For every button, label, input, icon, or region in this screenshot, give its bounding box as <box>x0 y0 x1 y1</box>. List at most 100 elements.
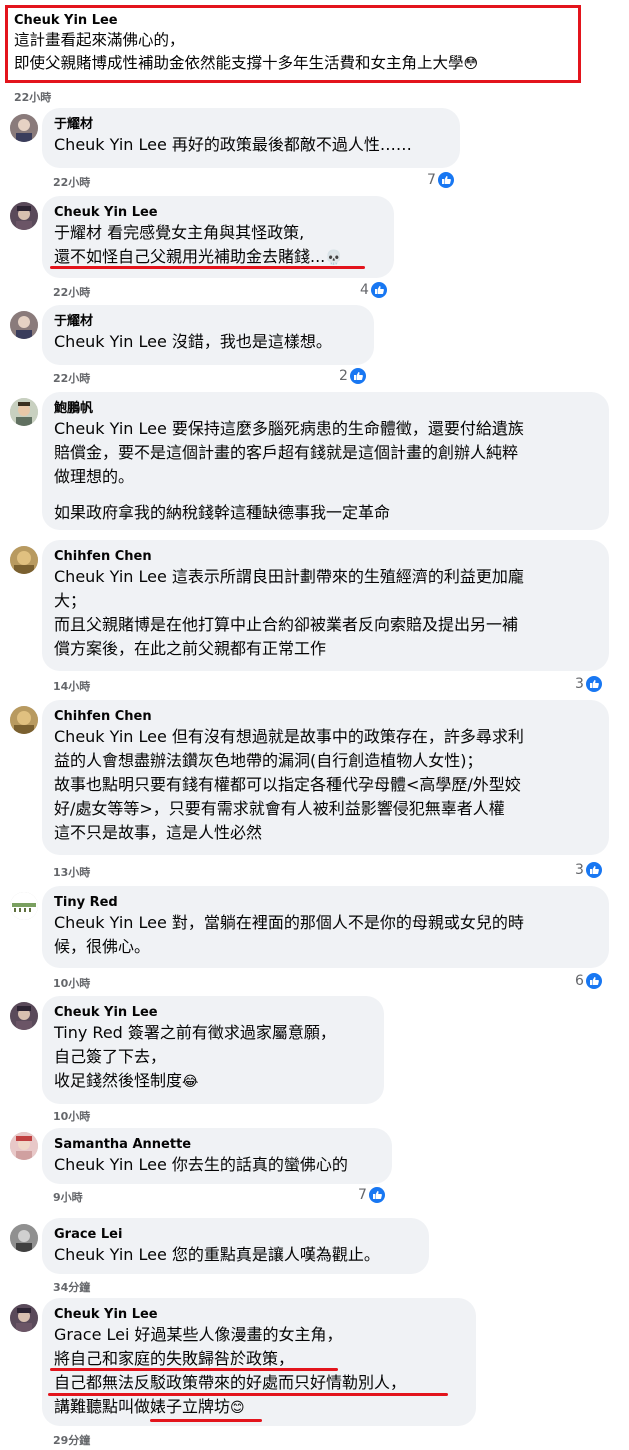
avatar[interactable] <box>10 892 38 920</box>
reaction-count[interactable]: 6 <box>575 973 602 989</box>
like-count: 7 <box>358 1187 367 1203</box>
comment-text-line: 這不只是故事，這是人性必然 <box>54 823 263 842</box>
thumbs-up-icon <box>585 973 602 989</box>
comment-text-line: 這表示所謂良田計劃帶來的生殖經濟的利益更加龐 <box>166 567 524 586</box>
thumbs-up-icon <box>585 676 602 692</box>
comment-text-line: 但有沒有想過就是故事中的政策存在，許多尋求利 <box>166 727 524 746</box>
comment-text-line: 益的人會想盡辦法鑽灰色地帶的漏洞(自行創造植物人女性)； <box>54 751 483 770</box>
avatar[interactable] <box>10 1224 38 1252</box>
comment-author[interactable]: 鮑鵬帆 <box>54 400 597 417</box>
underline-highlight <box>50 1368 338 1371</box>
mention-link[interactable]: Grace Lei <box>54 1325 129 1344</box>
comment-text-line: 好/處女等等>，只要有需求就會有人被利益影響侵犯無辜者人權 <box>54 799 505 818</box>
mention-link[interactable]: Cheuk Yin Lee <box>54 567 167 586</box>
comment-time[interactable]: 10小時 <box>53 975 90 991</box>
comment-author[interactable]: Samantha Annette <box>54 1136 380 1153</box>
avatar[interactable] <box>10 1304 38 1332</box>
like-count: 3 <box>575 676 584 692</box>
comment-bubble: 鮑鵬帆 Cheuk Yin Lee 要保持這麼多腦死病患的生命體徵，還要付給遺族… <box>42 392 609 530</box>
mention-link[interactable]: Cheuk Yin Lee <box>54 1155 167 1174</box>
thumbs-up-icon <box>437 172 454 188</box>
comment-bubble: 于耀材 Cheuk Yin Lee 沒錯，我也是這樣想。 <box>42 305 374 365</box>
comment-author[interactable]: Cheuk Yin Lee <box>54 1004 372 1021</box>
comment-text-line: 你去生的話真的蠻佛心的 <box>166 1155 348 1174</box>
comment-time[interactable]: 34分鐘 <box>53 1279 90 1295</box>
mention-link[interactable]: Cheuk Yin Lee <box>54 913 167 932</box>
smile-emoji-icon: 😊 <box>230 1400 245 1416</box>
comment-text-line: 賠償金，要不是這個計畫的客戶超有錢就是這個計畫的創辦人純粹 <box>54 443 519 462</box>
comment-time[interactable]: 22小時 <box>53 370 90 386</box>
thumbs-up-icon <box>349 368 366 384</box>
like-count: 4 <box>360 282 369 298</box>
comment-time[interactable]: 22小時 <box>14 89 51 105</box>
comment-text-line: 要保持這麼多腦死病患的生命體徵，還要付給遺族 <box>166 419 524 438</box>
reaction-count[interactable]: 4 <box>360 282 387 298</box>
comment-text-line: 償方案後，在此之前父親都有正常工作 <box>54 639 327 658</box>
comment-text-line: 好過某些人像漫畫的女主角， <box>129 1325 343 1344</box>
comment-time[interactable]: 22小時 <box>53 174 90 190</box>
comment-bubble: Cheuk Yin Lee Tiny Red 簽署之前有徵求過家屬意願， 自己簽… <box>42 996 384 1104</box>
mention-link[interactable]: Cheuk Yin Lee <box>54 332 167 351</box>
comment-text-line: 沒錯，我也是這樣想。 <box>166 332 332 351</box>
avatar[interactable] <box>10 398 38 426</box>
comment-text-line: 故事也點明只要有錢有權都可以指定各種代孕母體<高學歷/外型姣 <box>54 775 521 794</box>
comment-author[interactable]: Cheuk Yin Lee <box>54 204 382 221</box>
comment-time[interactable]: 22小時 <box>53 284 90 300</box>
like-count: 3 <box>575 862 584 878</box>
comment-author[interactable]: Chihfen Chen <box>54 548 597 565</box>
comment-text-line: 做理想的。 <box>54 467 135 486</box>
reaction-count[interactable]: 7 <box>427 172 454 188</box>
comment-time[interactable]: 10小時 <box>53 1108 90 1124</box>
comment-author[interactable]: Cheuk Yin Lee <box>54 1306 464 1323</box>
avatar[interactable] <box>10 1132 38 1160</box>
comment-time[interactable]: 14小時 <box>53 678 90 694</box>
mention-link[interactable]: Cheuk Yin Lee <box>54 419 167 438</box>
reaction-count[interactable]: 3 <box>575 676 602 692</box>
flushed-emoji-icon: 😳 <box>463 56 479 72</box>
comment-text-line: 看完感覺女主角與其怪政策, <box>102 223 305 242</box>
comment-text-line: 收足錢然後怪制度 <box>54 1071 183 1090</box>
comment-author[interactable]: 于耀材 <box>54 116 448 133</box>
comment-time[interactable]: 13小時 <box>53 864 90 880</box>
avatar[interactable] <box>10 1002 38 1030</box>
comment-text-line: 自己都無法反駁政策帶來的好處而只好情勒別人， <box>54 1373 407 1392</box>
comment-time[interactable]: 29分鐘 <box>53 1432 90 1448</box>
like-count: 7 <box>427 172 436 188</box>
avatar[interactable] <box>10 202 38 230</box>
comment-bubble: Samantha Annette Cheuk Yin Lee 你去生的話真的蠻佛… <box>42 1128 392 1184</box>
mention-link[interactable]: Tiny Red <box>54 1023 123 1042</box>
comment-text-line: 自己簽了下去， <box>54 1047 167 1066</box>
reaction-count[interactable]: 3 <box>575 862 602 878</box>
comment-text-line: 如果政府拿我的納稅錢幹這種缺德事我一定革命 <box>54 503 391 522</box>
comment-bubble: Chihfen Chen Cheuk Yin Lee 這表示所謂良田計劃帶來的生… <box>42 540 609 671</box>
comment-text-line: 即使父親賭博成性補助金依然能支撐十多年生活費和女主角上大學 <box>14 54 464 72</box>
thumbs-up-icon <box>368 1187 385 1203</box>
comment-bubble: 于耀材 Cheuk Yin Lee 再好的政策最後都敵不過人性…… <box>42 108 460 168</box>
laughing-emoji-icon: 😂 <box>182 1074 199 1090</box>
avatar[interactable] <box>10 706 38 734</box>
comment-text-line: 簽署之前有徵求過家屬意願， <box>122 1023 336 1042</box>
comment-author[interactable]: Cheuk Yin Lee <box>14 12 478 29</box>
mention-link[interactable]: Cheuk Yin Lee <box>54 727 167 746</box>
mention-link[interactable]: Cheuk Yin Lee <box>54 1245 167 1264</box>
comment-author[interactable]: Grace Lei <box>54 1226 417 1243</box>
skull-emoji-icon: 💀 <box>325 250 343 266</box>
avatar[interactable] <box>10 546 38 574</box>
comment-text-line: 而且父親賭博是在他打算中止合約卻被業者反向索賠及提出另一補 <box>54 615 519 634</box>
comment-bubble: Tiny Red Cheuk Yin Lee 對，當躺在裡面的那個人不是你的母親… <box>42 886 609 968</box>
comment-text-line: 對，當躺在裡面的那個人不是你的母親或女兒的時 <box>166 913 524 932</box>
avatar[interactable] <box>10 311 38 339</box>
comment-bubble: Cheuk Yin Lee Grace Lei 好過某些人像漫畫的女主角， 將自… <box>42 1298 476 1426</box>
underline-highlight <box>48 1393 448 1396</box>
comment-author[interactable]: Tiny Red <box>54 894 597 911</box>
mention-link[interactable]: Cheuk Yin Lee <box>54 135 167 154</box>
reaction-count[interactable]: 2 <box>339 368 366 384</box>
comment-text-line: 再好的政策最後都敵不過人性…… <box>166 135 412 154</box>
comment-author[interactable]: 于耀材 <box>54 313 362 330</box>
comment-time[interactable]: 9小時 <box>53 1189 83 1205</box>
avatar[interactable] <box>10 114 38 142</box>
comment-author[interactable]: Chihfen Chen <box>54 708 597 725</box>
mention-link[interactable]: 于耀材 <box>54 223 102 242</box>
like-count: 2 <box>339 368 348 384</box>
reaction-count[interactable]: 7 <box>358 1187 385 1203</box>
